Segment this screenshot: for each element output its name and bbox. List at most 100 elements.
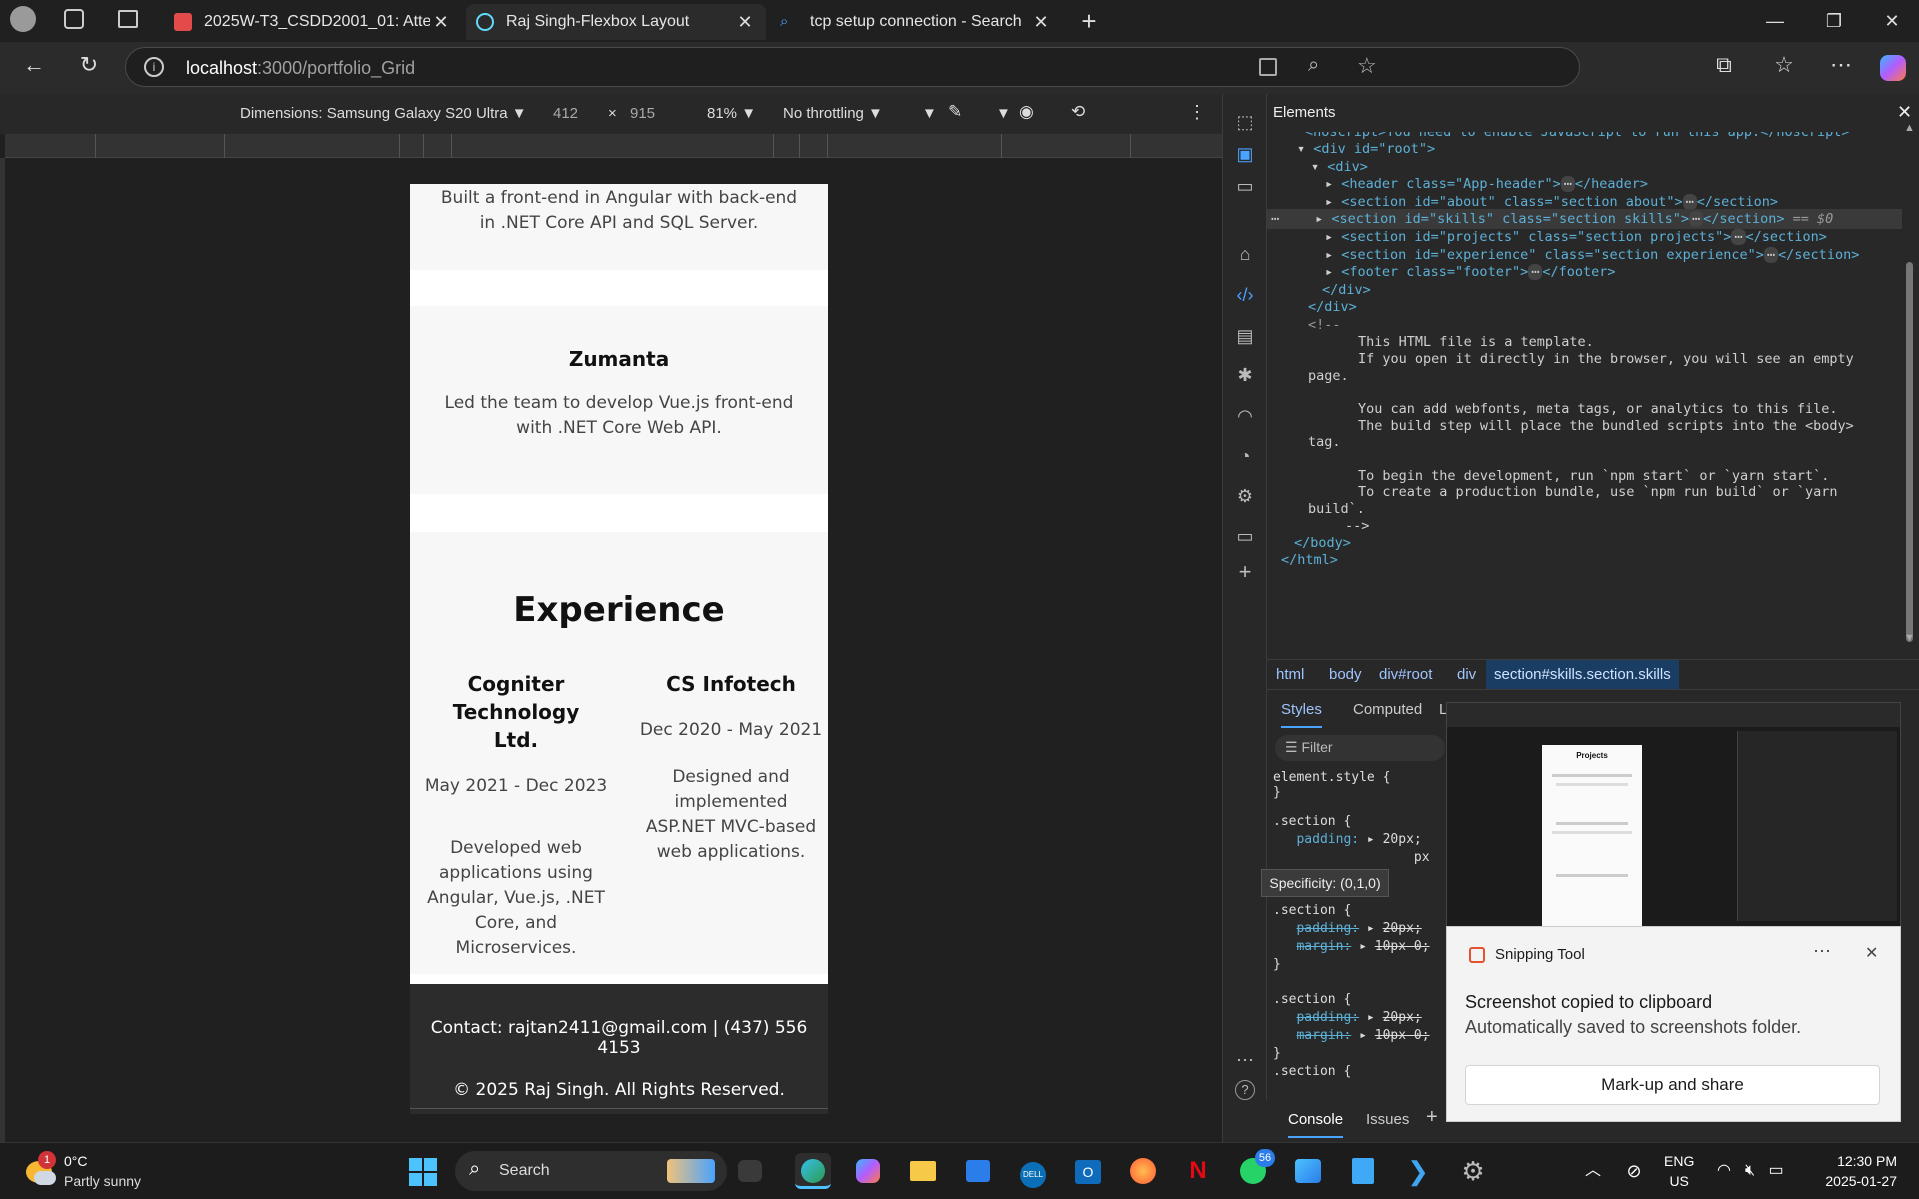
settings-gear-icon[interactable]: ⚙ — [1455, 1153, 1491, 1189]
notification-close-icon[interactable]: ✕ — [1865, 943, 1878, 963]
notepad-icon[interactable] — [1345, 1153, 1381, 1189]
breadcrumb-item-active[interactable]: section#skills.section.skills — [1486, 660, 1679, 689]
close-tab-icon[interactable]: ✕ — [1030, 12, 1052, 33]
copilot-app-icon[interactable] — [850, 1153, 886, 1189]
tab-console[interactable]: Console — [1288, 1111, 1344, 1138]
more-options-icon[interactable]: ⋮ — [1188, 102, 1206, 123]
dom-node-header[interactable]: ▸ <header class="App-header"> ⋯ </header> — [1325, 174, 1648, 194]
save-data-chevron-icon[interactable]: ▼ — [922, 105, 937, 122]
filter-input[interactable]: ☰ Filter — [1275, 735, 1445, 761]
start-windows-icon[interactable] — [404, 1153, 440, 1189]
url-field[interactable]: i localhost:3000/portfolio_Grid ⌕ ☆ — [125, 47, 1580, 87]
tab-computed[interactable]: Computed — [1353, 701, 1422, 718]
vision-deficiency-eye-icon[interactable]: ◉ — [1019, 102, 1034, 122]
dom-comment-open[interactable]: <!-- — [1308, 315, 1341, 335]
maximize-button[interactable]: ❐ — [1811, 6, 1857, 36]
dom-node-footer[interactable]: ▸ <footer class="footer"> ⋯ </footer> — [1325, 262, 1616, 282]
close-tab-icon[interactable]: ✕ — [734, 12, 756, 33]
inspect-element-icon[interactable]: ⬚ — [1233, 110, 1257, 134]
workspaces-icon[interactable] — [64, 9, 84, 29]
rule-section-2[interactable]: .section { padding: ▸ 20px; margin: ▸ 10… — [1273, 902, 1430, 974]
minimize-button[interactable]: — — [1752, 6, 1798, 36]
tab-tcp-search[interactable]: ⌕ tcp setup connection - Search ✕ — [770, 4, 1062, 40]
breadcrumb-item[interactable]: div — [1457, 666, 1476, 683]
breadcrumb-item[interactable]: div#root — [1379, 666, 1432, 683]
sources-bug-icon[interactable]: ✱ — [1233, 363, 1257, 387]
favorites-icon[interactable]: ☆ — [1768, 52, 1800, 78]
more-tools-ellipsis-icon[interactable]: ⋯ — [1233, 1048, 1257, 1072]
battery-icon[interactable]: ▭ — [1764, 1153, 1788, 1189]
wifi-icon[interactable]: ◠ — [1712, 1153, 1736, 1189]
site-info-icon[interactable]: i — [144, 57, 164, 77]
photos-icon[interactable] — [1290, 1153, 1326, 1189]
task-view-icon[interactable] — [738, 1160, 762, 1182]
dock-icon[interactable]: ▭ — [1233, 174, 1257, 198]
console-icon[interactable]: ▤ — [1233, 324, 1257, 348]
breadcrumb-item[interactable]: html — [1276, 666, 1304, 683]
show-hidden-icons-chevron[interactable]: ︿ — [1575, 1153, 1611, 1189]
throttling-select[interactable]: No throttling ▼ — [783, 105, 883, 122]
copilot-icon[interactable] — [1880, 55, 1906, 81]
rule-section-3[interactable]: .section { padding: ▸ 20px; margin: ▸ 10… — [1273, 991, 1430, 1081]
height-input[interactable]: 915 — [630, 105, 655, 122]
node-menu-ellipsis-icon[interactable]: ⋯ — [1271, 211, 1279, 227]
close-tab-icon[interactable]: ✕ — [430, 12, 452, 33]
welcome-home-icon[interactable]: ⌂ — [1233, 242, 1257, 266]
device-dimensions-select[interactable]: Dimensions: Samsung Galaxy S20 Ultra ▼ — [240, 105, 527, 122]
tab-flexbox-layout[interactable]: Raj Singh-Flexbox Layout ✕ — [466, 4, 766, 40]
tab-styles[interactable]: Styles — [1281, 701, 1322, 728]
sensors-icon[interactable]: ✎ — [948, 102, 962, 122]
tab-attendance[interactable]: 2025W-T3_CSDD2001_01: Attend ✕ — [164, 4, 462, 40]
vscode-icon[interactable]: ❯ — [1400, 1153, 1436, 1189]
taskbar-search-box[interactable]: ⌕ Search — [455, 1151, 727, 1191]
back-icon[interactable]: ← — [18, 52, 50, 78]
dom-node-root[interactable]: ▾ <div id="root"> — [1297, 139, 1435, 159]
performance-icon[interactable]: ◔ — [1233, 444, 1257, 468]
clock[interactable]: 12:30 PM 2025-01-27 — [1815, 1151, 1897, 1191]
whatsapp-icon[interactable]: 56 — [1235, 1149, 1275, 1189]
scroll-thumb[interactable] — [1906, 262, 1913, 642]
refresh-icon[interactable]: ↻ — [73, 52, 105, 78]
device-emulation-icon[interactable]: ▣ — [1233, 142, 1257, 166]
edge-browser-icon[interactable] — [795, 1153, 831, 1189]
dom-node-projects[interactable]: ▸ <section id="projects" class="section … — [1325, 227, 1827, 247]
network-status-icon[interactable]: ⊘ — [1616, 1153, 1652, 1189]
vertical-tabs-icon[interactable] — [118, 10, 138, 28]
elements-code-icon[interactable]: ‹/› — [1233, 283, 1257, 307]
breadcrumb-item[interactable]: body — [1329, 666, 1362, 683]
netflix-icon[interactable]: N — [1180, 1153, 1216, 1189]
zoom-icon[interactable]: ⌕ — [1308, 54, 1319, 77]
close-devtools-icon[interactable]: ✕ — [1897, 102, 1912, 123]
dom-node-html-close[interactable]: </html> — [1281, 550, 1338, 570]
more-tools-plus-icon[interactable]: + — [1233, 560, 1257, 584]
chevron-down-icon[interactable]: ▼ — [996, 105, 1011, 122]
dom-tree-scrollbar[interactable]: ▲ ▼ — [1901, 122, 1917, 652]
zoom-select[interactable]: 81% ▼ — [707, 105, 756, 122]
microsoft-store-icon[interactable] — [960, 1153, 996, 1189]
profile-avatar-icon[interactable] — [10, 6, 36, 32]
dom-node-skills-selected[interactable]: ⋯ ▸ <section id="skills" class="section s… — [1267, 209, 1902, 229]
file-explorer-icon[interactable] — [905, 1153, 941, 1189]
firefox-icon[interactable] — [1125, 1153, 1161, 1189]
notification-more-icon[interactable]: ⋯ — [1813, 941, 1831, 962]
volume-muted-icon[interactable]: 🔇︎ — [1738, 1153, 1762, 1189]
add-drawer-tab-icon[interactable]: + — [1426, 1106, 1438, 1129]
scroll-down-icon[interactable]: ▼ — [1904, 632, 1915, 644]
mark-up-and-share-button[interactable]: Mark-up and share — [1465, 1065, 1880, 1105]
favorite-star-icon[interactable]: ☆ — [1357, 53, 1377, 79]
close-window-button[interactable]: ✕ — [1869, 6, 1915, 36]
memory-chip-icon[interactable]: ⚙ — [1233, 484, 1257, 508]
new-tab-button[interactable]: + — [1074, 6, 1104, 37]
width-input[interactable]: 412 — [553, 105, 578, 122]
settings-more-icon[interactable]: ⋯ — [1825, 52, 1857, 78]
application-icon[interactable]: ▭ — [1233, 524, 1257, 548]
language-indicator[interactable]: ENG US — [1664, 1151, 1694, 1191]
tab-issues[interactable]: Issues — [1366, 1111, 1409, 1128]
screenshot-thumbnail[interactable]: Projects — [1446, 702, 1901, 927]
extensions-icon[interactable]: ⧉ — [1708, 52, 1740, 78]
app-available-icon[interactable] — [1259, 58, 1277, 76]
rotate-icon[interactable]: ⟲ — [1071, 102, 1085, 122]
dell-icon[interactable]: DELL — [1015, 1153, 1051, 1189]
scroll-up-icon[interactable]: ▲ — [1904, 122, 1915, 134]
dom-node-root-close[interactable]: </div> — [1308, 297, 1357, 317]
